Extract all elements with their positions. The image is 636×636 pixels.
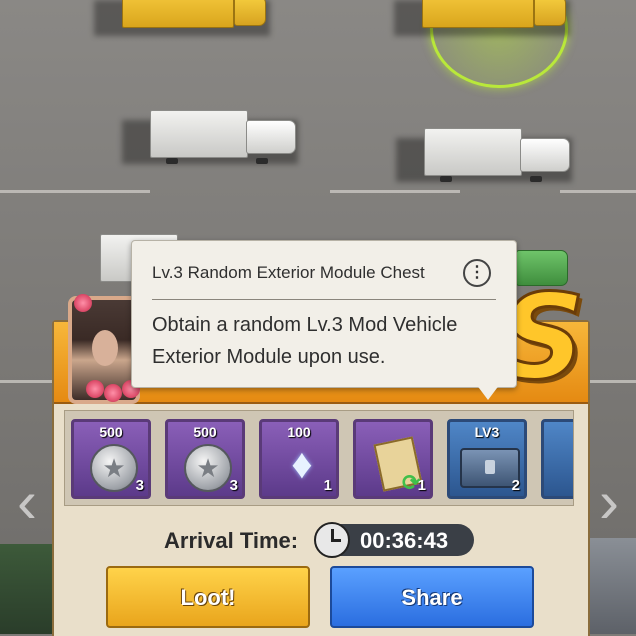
silver-coin-icon: ★ bbox=[90, 444, 138, 492]
silver-coin-icon: ★ bbox=[184, 444, 232, 492]
arrival-time-label: Arrival Time: bbox=[164, 528, 299, 553]
reward-count: 2 bbox=[511, 477, 520, 494]
diamond-icon: ♦ bbox=[291, 440, 313, 487]
tooltip-title: Lv.3 Random Exterior Module Chest bbox=[152, 263, 425, 282]
white-truck[interactable] bbox=[396, 126, 572, 182]
info-icon[interactable]: ⋮ bbox=[463, 259, 491, 287]
reward-count: 1 bbox=[323, 477, 332, 494]
reward-item-partial[interactable] bbox=[541, 419, 573, 499]
lane-marking bbox=[586, 380, 636, 383]
reward-count: 1 bbox=[417, 477, 426, 494]
reward-item-module-chest[interactable]: LV3 2 bbox=[447, 419, 527, 499]
reward-amount: 100 bbox=[287, 424, 311, 440]
reward-amount: 500 bbox=[193, 424, 217, 440]
white-truck[interactable] bbox=[122, 108, 298, 164]
lane-marking bbox=[560, 190, 636, 193]
rose-decoration-icon bbox=[74, 294, 92, 312]
reward-count: 3 bbox=[135, 477, 144, 494]
reward-count: 3 bbox=[229, 477, 238, 494]
item-tooltip: Lv.3 Random Exterior Module Chest ⋮ Obta… bbox=[131, 240, 517, 388]
lane-marking bbox=[0, 190, 150, 193]
avatar-face bbox=[92, 330, 118, 366]
next-arrow-icon[interactable]: › bbox=[586, 472, 632, 534]
clock-icon bbox=[314, 522, 350, 558]
yellow-truck[interactable] bbox=[94, 0, 270, 36]
arrival-timer: 00:36:43 bbox=[314, 522, 474, 558]
reward-item-diamond[interactable]: 100 ♦ 1 bbox=[259, 419, 339, 499]
rose-decoration-icon bbox=[104, 384, 122, 402]
tooltip-pointer bbox=[476, 384, 500, 400]
lane-marking bbox=[330, 190, 460, 193]
previous-arrow-icon[interactable]: ‹ bbox=[4, 472, 50, 534]
rose-decoration-icon bbox=[86, 380, 104, 398]
tooltip-divider bbox=[152, 299, 496, 300]
arrival-time-value: 00:36:43 bbox=[360, 528, 449, 553]
reward-amount: 500 bbox=[99, 424, 123, 440]
tooltip-description: Obtain a random Lv.3 Mod Vehicle Exterio… bbox=[152, 314, 458, 368]
reward-item-silver-coin[interactable]: 500 ★ 3 bbox=[165, 419, 245, 499]
yellow-truck[interactable] bbox=[394, 0, 570, 36]
building bbox=[588, 538, 636, 634]
share-button[interactable]: Share bbox=[330, 566, 534, 628]
building bbox=[0, 544, 52, 634]
reward-item-silver-coin[interactable]: 500 ★ 3 bbox=[71, 419, 151, 499]
loot-button[interactable]: Loot! bbox=[106, 566, 310, 628]
reward-level: LV3 bbox=[474, 424, 500, 440]
reward-items-strip[interactable]: 500 ★ 3 500 ★ 3 100 ♦ 1 ⟳ 1 LV3 2 bbox=[64, 410, 574, 506]
reward-item-wanted-poster[interactable]: ⟳ 1 bbox=[353, 419, 433, 499]
lane-marking bbox=[0, 380, 60, 383]
